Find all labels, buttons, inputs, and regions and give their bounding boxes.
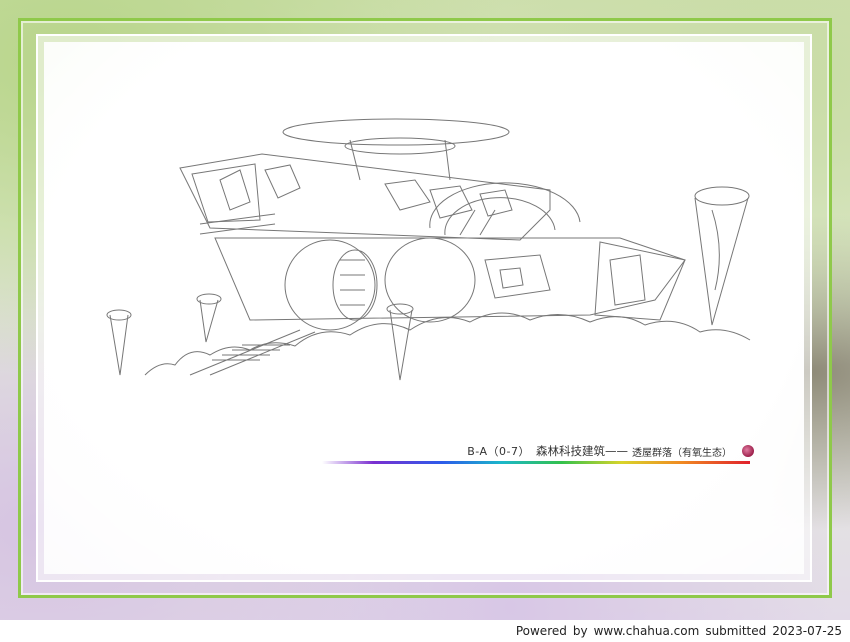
column-left <box>109 314 129 376</box>
roof-disc <box>282 118 510 146</box>
rainbow-underline <box>322 461 750 464</box>
caption-code: B-A（0-7） <box>467 445 530 458</box>
footer-by: by <box>572 624 588 638</box>
tube-left <box>284 239 376 331</box>
shrub-line <box>144 312 751 376</box>
column-right <box>694 197 749 326</box>
footer-submitted: submitted <box>705 624 767 638</box>
footer-date: 2023-07-25 <box>772 624 842 638</box>
right-wing <box>594 241 686 321</box>
caption-dot-icon <box>742 445 754 457</box>
footer-powered: Powered <box>515 624 567 638</box>
caption: B-A（0-7） 森林科技建筑—— 透屋群落（有氧生态） <box>430 441 754 461</box>
footer-site-link[interactable]: www.chahua.com <box>594 624 700 638</box>
watermark-footer: Powered by www.chahua.com submitted 2023… <box>0 620 850 642</box>
caption-title: 森林科技建筑—— <box>536 444 628 458</box>
tube-right <box>384 237 476 323</box>
building-line-art <box>106 118 751 381</box>
caption-subtitle: 透屋群落（有氧生态） <box>632 447 732 459</box>
